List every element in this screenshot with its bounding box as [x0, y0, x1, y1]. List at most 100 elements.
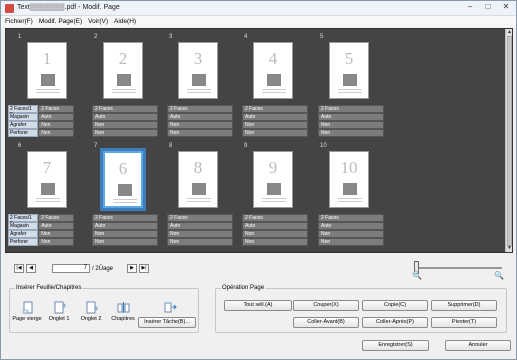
property-value[interactable]: 2 Faces	[242, 214, 308, 222]
page-thumbnail-cell[interactable]: 992 Faces Auto Non Non	[242, 143, 308, 248]
page-thumbnail[interactable]: 3	[178, 42, 218, 99]
property-value[interactable]: 2 Faces	[318, 105, 384, 113]
next-page-button[interactable]: ▶	[127, 264, 138, 273]
property-value[interactable]: Non	[242, 230, 308, 238]
property-value[interactable]: Auto	[242, 113, 308, 121]
minimize-button[interactable]: –	[462, 2, 478, 13]
page-properties-table: 2 Faces Auto Non Non	[318, 105, 384, 137]
property-value[interactable]: Non	[92, 238, 158, 246]
property-value[interactable]: 2 Faces	[92, 105, 158, 113]
property-value[interactable]: Non	[242, 129, 308, 137]
page-thumbnail[interactable]: 4	[253, 42, 293, 99]
zoom-slider[interactable]: 🔍 🔍	[412, 260, 504, 280]
paste-after-button[interactable]: Coller-Après(P)	[362, 317, 428, 328]
thumbnail-page-digit: 4	[268, 49, 278, 68]
cancel-button[interactable]: Annuler	[445, 340, 511, 351]
select-all-button[interactable]: Tout séll.(A)	[224, 300, 292, 311]
property-value[interactable]: Non	[167, 238, 233, 246]
maximize-button[interactable]: □	[480, 2, 496, 13]
insert-chapters[interactable]: Chapitres	[108, 301, 138, 322]
page-thumbnail-cell[interactable]: 442 Faces Auto Non Non	[242, 34, 308, 139]
page-thumbnail[interactable]: 7	[27, 151, 67, 208]
page-thumbnail-cell[interactable]: 332 Faces Auto Non Non	[167, 34, 233, 139]
close-button[interactable]: ✕	[498, 2, 514, 13]
property-value[interactable]: 2 Faces	[242, 105, 308, 113]
property-value[interactable]: Auto	[242, 222, 308, 230]
property-value[interactable]: Non	[242, 238, 308, 246]
zoom-in-icon[interactable]: 🔍	[494, 271, 504, 280]
property-value[interactable]: 2 Faces	[38, 214, 74, 222]
copy-button[interactable]: Copie(C)	[362, 300, 428, 311]
property-value[interactable]: Auto	[167, 222, 233, 230]
prev-page-button[interactable]: ◀	[26, 264, 36, 273]
property-value[interactable]: Non	[38, 129, 74, 137]
insert-task-button[interactable]: Insérer Tâche(B)...	[138, 317, 196, 328]
property-value[interactable]: Non	[167, 121, 233, 129]
scroll-up-icon[interactable]: ▲	[506, 29, 513, 36]
insert-tab-1[interactable]: Onglet 1	[44, 301, 74, 322]
page-thumbnail-cell[interactable]: 10 10 2 Faces Auto Non Non	[318, 143, 384, 248]
menu-fichier[interactable]: Fichier(F)	[5, 16, 33, 27]
property-value[interactable]: Non	[318, 129, 384, 137]
menu-voir[interactable]: Voir(V)	[88, 16, 108, 27]
save-button[interactable]: Enregistrer(S)	[362, 340, 429, 351]
property-value[interactable]: Non	[167, 129, 233, 137]
menu-aide[interactable]: Aide(H)	[114, 16, 136, 27]
page-thumbnail[interactable]: 9	[253, 151, 293, 208]
scrollbar-thumb[interactable]	[507, 36, 512, 246]
property-value[interactable]: Auto	[92, 222, 158, 230]
page-thumbnail-cell[interactable]: 6 7 2 Faces/1 Face2 FacesMagasinAutoAgrafe…	[8, 143, 82, 248]
property-value[interactable]: Auto	[167, 113, 233, 121]
app-window: Text▒▒▒▒▒▒▒.pdf - Modif. Page – □ ✕ Fich…	[0, 0, 517, 360]
page-thumbnail[interactable]: 10	[329, 151, 369, 208]
property-value[interactable]: Non	[92, 121, 158, 129]
property-value[interactable]: Non	[38, 230, 74, 238]
property-value[interactable]: Non	[242, 121, 308, 129]
page-thumbnail[interactable]: 8	[178, 151, 218, 208]
property-value[interactable]: Auto	[318, 222, 384, 230]
last-page-button[interactable]: ▶|	[139, 264, 150, 273]
paste-before-button[interactable]: Coller-Avant(B)	[293, 317, 359, 328]
vertical-scrollbar[interactable]: ▲ ▼	[505, 29, 512, 252]
page-thumbnail-cell[interactable]: 762 Faces Auto Non Non	[92, 143, 158, 248]
property-value[interactable]: 2 Faces	[167, 214, 233, 222]
delete-button[interactable]: Supprimer(D)	[431, 300, 497, 311]
insert-tab-2[interactable]: Onglet 2	[76, 301, 106, 322]
property-value[interactable]: 2 Faces	[38, 105, 74, 113]
property-value[interactable]: Auto	[38, 113, 74, 121]
zoom-out-icon[interactable]: 🔍	[412, 271, 422, 280]
property-value[interactable]: 2 Faces	[167, 105, 233, 113]
page-thumbnail-cell[interactable]: 222 Faces Auto Non Non	[92, 34, 158, 139]
property-value[interactable]: Non	[38, 121, 74, 129]
rotate-button[interactable]: Pivoter(T)	[431, 317, 497, 328]
page-thumbnail[interactable]: 2	[103, 42, 143, 99]
page-properties-table: 2 Faces Auto Non Non	[167, 105, 233, 137]
property-value[interactable]: Non	[92, 129, 158, 137]
page-number-input[interactable]: 7	[52, 264, 90, 273]
menu-modif-page[interactable]: Modif. Page(E)	[39, 16, 82, 27]
property-value[interactable]: 2 Faces	[92, 214, 158, 222]
page-thumbnail-cell[interactable]: 882 Faces Auto Non Non	[167, 143, 233, 248]
property-label: 2 Faces/1 Face	[8, 105, 39, 118]
property-value[interactable]: Non	[92, 230, 158, 238]
page-thumbnail[interactable]: 1	[27, 42, 67, 99]
cut-button[interactable]: Couper(X)	[293, 300, 359, 311]
page-thumbnail-cell[interactable]: 552 Faces Auto Non Non	[318, 34, 384, 139]
page-thumbnail[interactable]: 6	[103, 151, 143, 208]
property-value[interactable]: Non	[38, 238, 74, 246]
zoom-track[interactable]	[416, 267, 502, 269]
scroll-down-icon[interactable]: ▼	[506, 245, 513, 252]
insert-blank-page[interactable]: Page vierge	[12, 301, 42, 322]
page-thumbnail-cell[interactable]: 1 1 2 Faces/1 Face2 FacesMagasinAutoAgrafe…	[8, 34, 82, 139]
property-value[interactable]: Non	[318, 238, 384, 246]
property-value[interactable]: Auto	[92, 113, 158, 121]
property-value[interactable]: 2 Faces	[318, 214, 384, 222]
property-value[interactable]: Non	[318, 121, 384, 129]
page-thumbnail-viewer[interactable]: ▲ ▼ 112 Faces/1 Face2 FacesMagasinAutoAg…	[5, 28, 513, 253]
property-value[interactable]: Non	[167, 230, 233, 238]
property-value[interactable]: Auto	[38, 222, 74, 230]
property-value[interactable]: Auto	[318, 113, 384, 121]
property-value[interactable]: Non	[318, 230, 384, 238]
first-page-button[interactable]: |◀	[14, 264, 24, 273]
page-thumbnail[interactable]: 5	[329, 42, 369, 99]
